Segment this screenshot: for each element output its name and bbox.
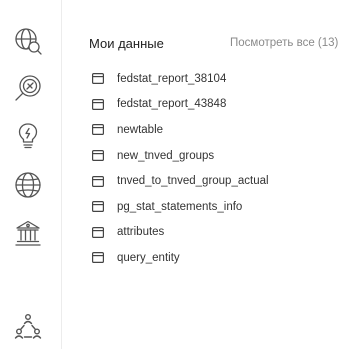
globe-search-icon[interactable]	[13, 26, 43, 56]
globe-icon[interactable]	[13, 170, 43, 200]
data-list: fedstat_report_38104 fedstat_report_4384…	[92, 66, 269, 271]
table-icon	[92, 73, 104, 85]
table-icon	[92, 98, 104, 110]
list-item[interactable]: fedstat_report_38104	[92, 66, 269, 92]
list-item-label: query_entity	[117, 251, 180, 264]
list-item-label: new_tnved_groups	[117, 149, 215, 162]
list-item-label: attributes	[117, 226, 165, 239]
table-icon	[92, 252, 104, 264]
list-item[interactable]: fedstat_report_43848	[92, 92, 269, 118]
list-item[interactable]: query_entity	[92, 245, 269, 271]
table-icon	[92, 124, 104, 136]
list-item-label: newtable	[117, 123, 164, 136]
list-item-label: pg_stat_statements_info	[117, 200, 243, 213]
table-icon	[92, 226, 104, 238]
list-item-label: fedstat_report_38104	[117, 72, 227, 85]
users-icon[interactable]	[13, 312, 43, 342]
table-icon	[92, 175, 104, 187]
header: Мои данные Посмотреть все (13)	[89, 36, 351, 56]
list-item[interactable]: tnved_to_tnved_group_actual	[92, 168, 269, 194]
list-item[interactable]: attributes	[92, 220, 269, 246]
view-all-link[interactable]: Посмотреть все (13)	[230, 37, 338, 49]
list-item-label: tnved_to_tnved_group_actual	[117, 175, 269, 188]
main-panel: Мои данные Посмотреть все (13) fedstat_r…	[63, 0, 351, 349]
lightbulb-icon[interactable]	[13, 120, 43, 150]
list-item-label: fedstat_report_43848	[117, 98, 227, 111]
sidebar	[0, 0, 62, 349]
list-item[interactable]: new_tnved_groups	[92, 143, 269, 169]
table-icon	[92, 201, 104, 213]
list-item[interactable]: newtable	[92, 117, 269, 143]
bank-icon[interactable]	[13, 218, 43, 248]
page-title: Мои данные	[89, 36, 164, 51]
table-icon	[92, 150, 104, 162]
list-item[interactable]: pg_stat_statements_info	[92, 194, 269, 220]
search-icon[interactable]	[13, 73, 43, 103]
